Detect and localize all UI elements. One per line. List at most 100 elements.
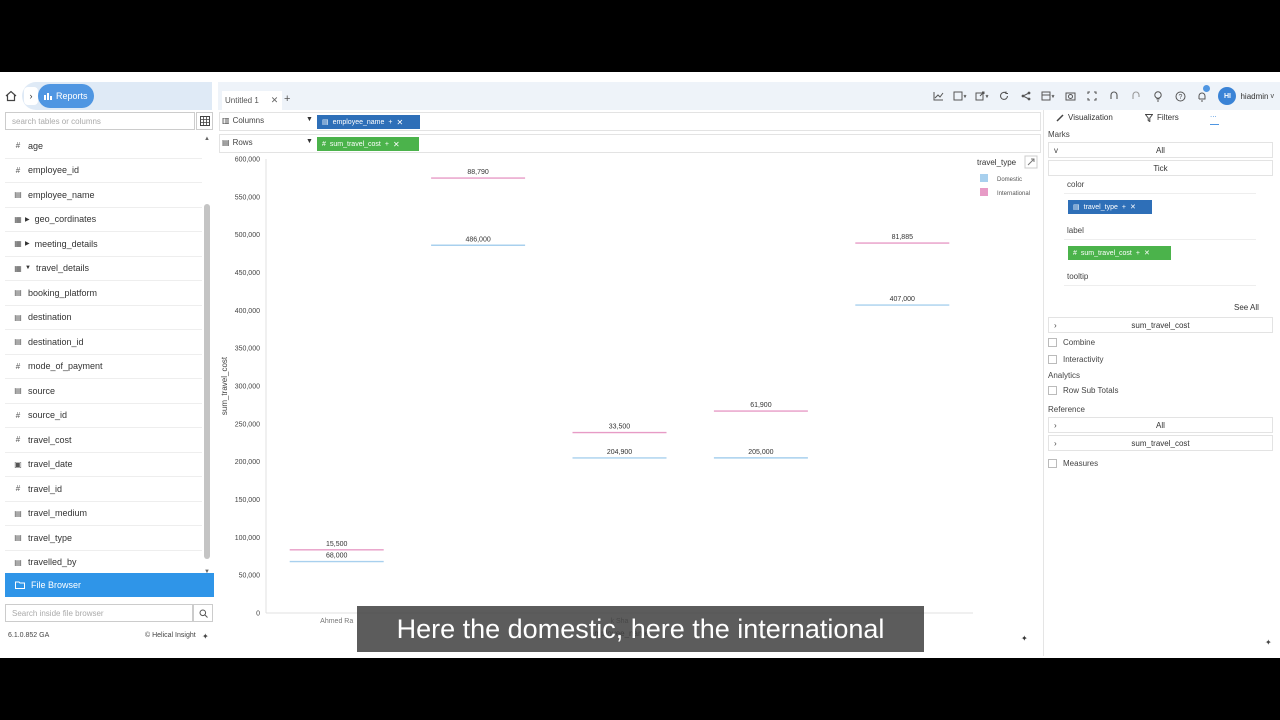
field-travel-cost[interactable]: # travel_cost: [5, 428, 202, 453]
field-travel-details[interactable]: ▦ ▼ travel_details: [5, 257, 202, 281]
caret-right-icon[interactable]: ▶: [25, 240, 30, 247]
color-pill[interactable]: ▤ travel_type + ✕: [1068, 200, 1152, 214]
camera-icon[interactable]: [1060, 86, 1080, 106]
field-label: source_id: [28, 410, 68, 421]
chevron-right-icon[interactable]: ›: [1054, 421, 1057, 430]
refresh-icon[interactable]: [994, 86, 1014, 106]
plus-icon[interactable]: +: [388, 119, 392, 126]
close-icon[interactable]: ✕: [1144, 249, 1150, 257]
notification-bell-icon[interactable]: [1192, 85, 1212, 106]
reference-all-row[interactable]: › All: [1048, 417, 1273, 433]
fullscreen-icon[interactable]: [1082, 86, 1102, 106]
lightbulb-icon[interactable]: [1148, 86, 1168, 106]
tooltip-mark[interactable]: tooltip: [1064, 272, 1256, 286]
plus-icon[interactable]: +: [385, 141, 389, 148]
x-tick-label: Ahmed Ra: [320, 618, 353, 625]
tab-visualization[interactable]: Visualization: [1056, 113, 1113, 122]
field-mode-of-payment[interactable]: # mode_of_payment: [5, 355, 202, 379]
plus-icon[interactable]: +: [1136, 250, 1140, 257]
field-source-id[interactable]: # source_id: [5, 404, 202, 428]
rows-pill[interactable]: # sum_travel_cost + ✕: [317, 137, 419, 151]
search-tables-input[interactable]: search tables or columns: [5, 112, 195, 130]
close-icon[interactable]: ✕: [396, 118, 403, 127]
field-destination-id[interactable]: ▤ destination_id: [5, 330, 202, 355]
interactivity-option[interactable]: Interactivity: [1048, 355, 1103, 364]
caret-right-icon[interactable]: ▶: [25, 216, 30, 223]
file-browser-button[interactable]: File Browser: [5, 573, 214, 597]
layout-icon[interactable]: [1038, 86, 1058, 106]
caret-down-icon[interactable]: ▼: [306, 116, 313, 123]
search-icon[interactable]: [193, 604, 213, 622]
measures-checkbox[interactable]: [1048, 459, 1057, 468]
caret-down-icon[interactable]: ▼: [25, 265, 31, 271]
label-mark[interactable]: label: [1064, 226, 1256, 240]
redo-icon[interactable]: [1126, 86, 1146, 106]
pin-icon[interactable]: ✦: [1021, 634, 1028, 643]
add-tab-icon[interactable]: +: [284, 93, 290, 105]
field-travel-type[interactable]: ▤ travel_type: [5, 526, 202, 551]
chevron-right-icon[interactable]: ›: [24, 87, 38, 105]
undo-icon[interactable]: [1104, 86, 1124, 106]
reports-breadcrumb[interactable]: Reports: [38, 84, 94, 108]
interactivity-checkbox[interactable]: [1048, 355, 1057, 364]
file-browser-search-input[interactable]: Search inside file browser: [5, 604, 193, 622]
pin-icon[interactable]: ✦: [1265, 638, 1272, 647]
combine-checkbox[interactable]: [1048, 338, 1057, 347]
mark-type-select[interactable]: Tick: [1048, 160, 1273, 176]
grid-view-icon[interactable]: [196, 112, 213, 130]
field-source[interactable]: ▤ source: [5, 379, 202, 404]
row-sub-totals-option[interactable]: Row Sub Totals: [1048, 386, 1118, 395]
color-mark[interactable]: color: [1064, 180, 1256, 194]
columns-pill[interactable]: ▤ employee_name + ✕: [317, 115, 420, 129]
columns-shelf[interactable]: ▥ Columns ▼ ▤ employee_name + ✕: [219, 112, 1041, 131]
see-all-link[interactable]: See All: [1234, 303, 1259, 312]
tick-chart[interactable]: 0 50,000 100,000 150,000 200,000 250,000 300,0…: [219, 155, 1041, 655]
field-travelled-by[interactable]: ▤ travelled_by: [5, 551, 202, 573]
pin-icon[interactable]: ✦: [202, 632, 209, 641]
help-icon[interactable]: ?: [1170, 86, 1190, 106]
chevron-down-icon[interactable]: v: [1054, 146, 1058, 155]
field-employee-id[interactable]: # employee_id: [5, 159, 202, 183]
rows-shelf[interactable]: ▤ Rows ▼ # sum_travel_cost + ✕: [219, 134, 1041, 153]
home-icon[interactable]: [2, 85, 20, 107]
line-chart-icon[interactable]: [928, 86, 948, 106]
field-travel-medium[interactable]: ▤ travel_medium: [5, 502, 202, 526]
field-employee-name[interactable]: ▤ employee_name: [5, 183, 202, 208]
reference-measure-row[interactable]: › sum_travel_cost: [1048, 435, 1273, 451]
chart-area[interactable]: 0 50,000 100,000 150,000 200,000 250,000 300,0…: [219, 155, 1041, 655]
field-travel-date[interactable]: ▣ travel_date: [5, 453, 202, 477]
measure-row[interactable]: › sum_travel_cost: [1048, 317, 1273, 333]
field-geo-cordinates[interactable]: ▦ ▶ geo_cordinates: [5, 208, 202, 232]
interactivity-label: Interactivity: [1063, 355, 1104, 364]
share-icon[interactable]: [1016, 86, 1036, 106]
plus-icon[interactable]: +: [1122, 204, 1126, 211]
close-icon[interactable]: ✕: [1130, 203, 1136, 211]
tab-untitled-1[interactable]: Untitled 1 ✕: [222, 91, 282, 110]
chevron-down-icon[interactable]: v: [1271, 93, 1275, 100]
save-icon[interactable]: [950, 86, 970, 106]
marks-all-row[interactable]: v All: [1048, 142, 1273, 158]
field-label: employee_id: [28, 165, 80, 176]
field-list-scrollbar[interactable]: ▲ ▼: [203, 134, 211, 575]
caret-down-icon[interactable]: ▼: [306, 138, 313, 145]
field-destination[interactable]: ▤ destination: [5, 306, 202, 330]
chevron-right-icon[interactable]: ›: [1054, 439, 1057, 448]
field-age[interactable]: # age: [5, 134, 202, 159]
user-menu[interactable]: hiadmin: [1240, 92, 1268, 101]
field-travel-id[interactable]: # travel_id: [5, 477, 202, 502]
row-sub-totals-checkbox[interactable]: [1048, 386, 1057, 395]
field-booking-platform[interactable]: ▤ booking_platform: [5, 281, 202, 306]
label-pill[interactable]: # sum_travel_cost + ✕: [1068, 246, 1171, 260]
scroll-up-icon[interactable]: ▲: [204, 136, 210, 142]
avatar[interactable]: HI: [1218, 87, 1237, 105]
measures-option[interactable]: Measures: [1048, 459, 1098, 468]
tab-more[interactable]: ...: [1210, 110, 1217, 119]
close-icon[interactable]: ✕: [271, 95, 279, 106]
tab-filters[interactable]: Filters: [1145, 113, 1179, 122]
scroll-thumb[interactable]: [204, 204, 210, 559]
field-meeting-details[interactable]: ▦ ▶ meeting_details: [5, 232, 202, 257]
combine-option[interactable]: Combine: [1048, 338, 1095, 347]
export-icon[interactable]: [972, 86, 992, 106]
chevron-right-icon[interactable]: ›: [1054, 321, 1057, 330]
close-icon[interactable]: ✕: [393, 140, 400, 149]
